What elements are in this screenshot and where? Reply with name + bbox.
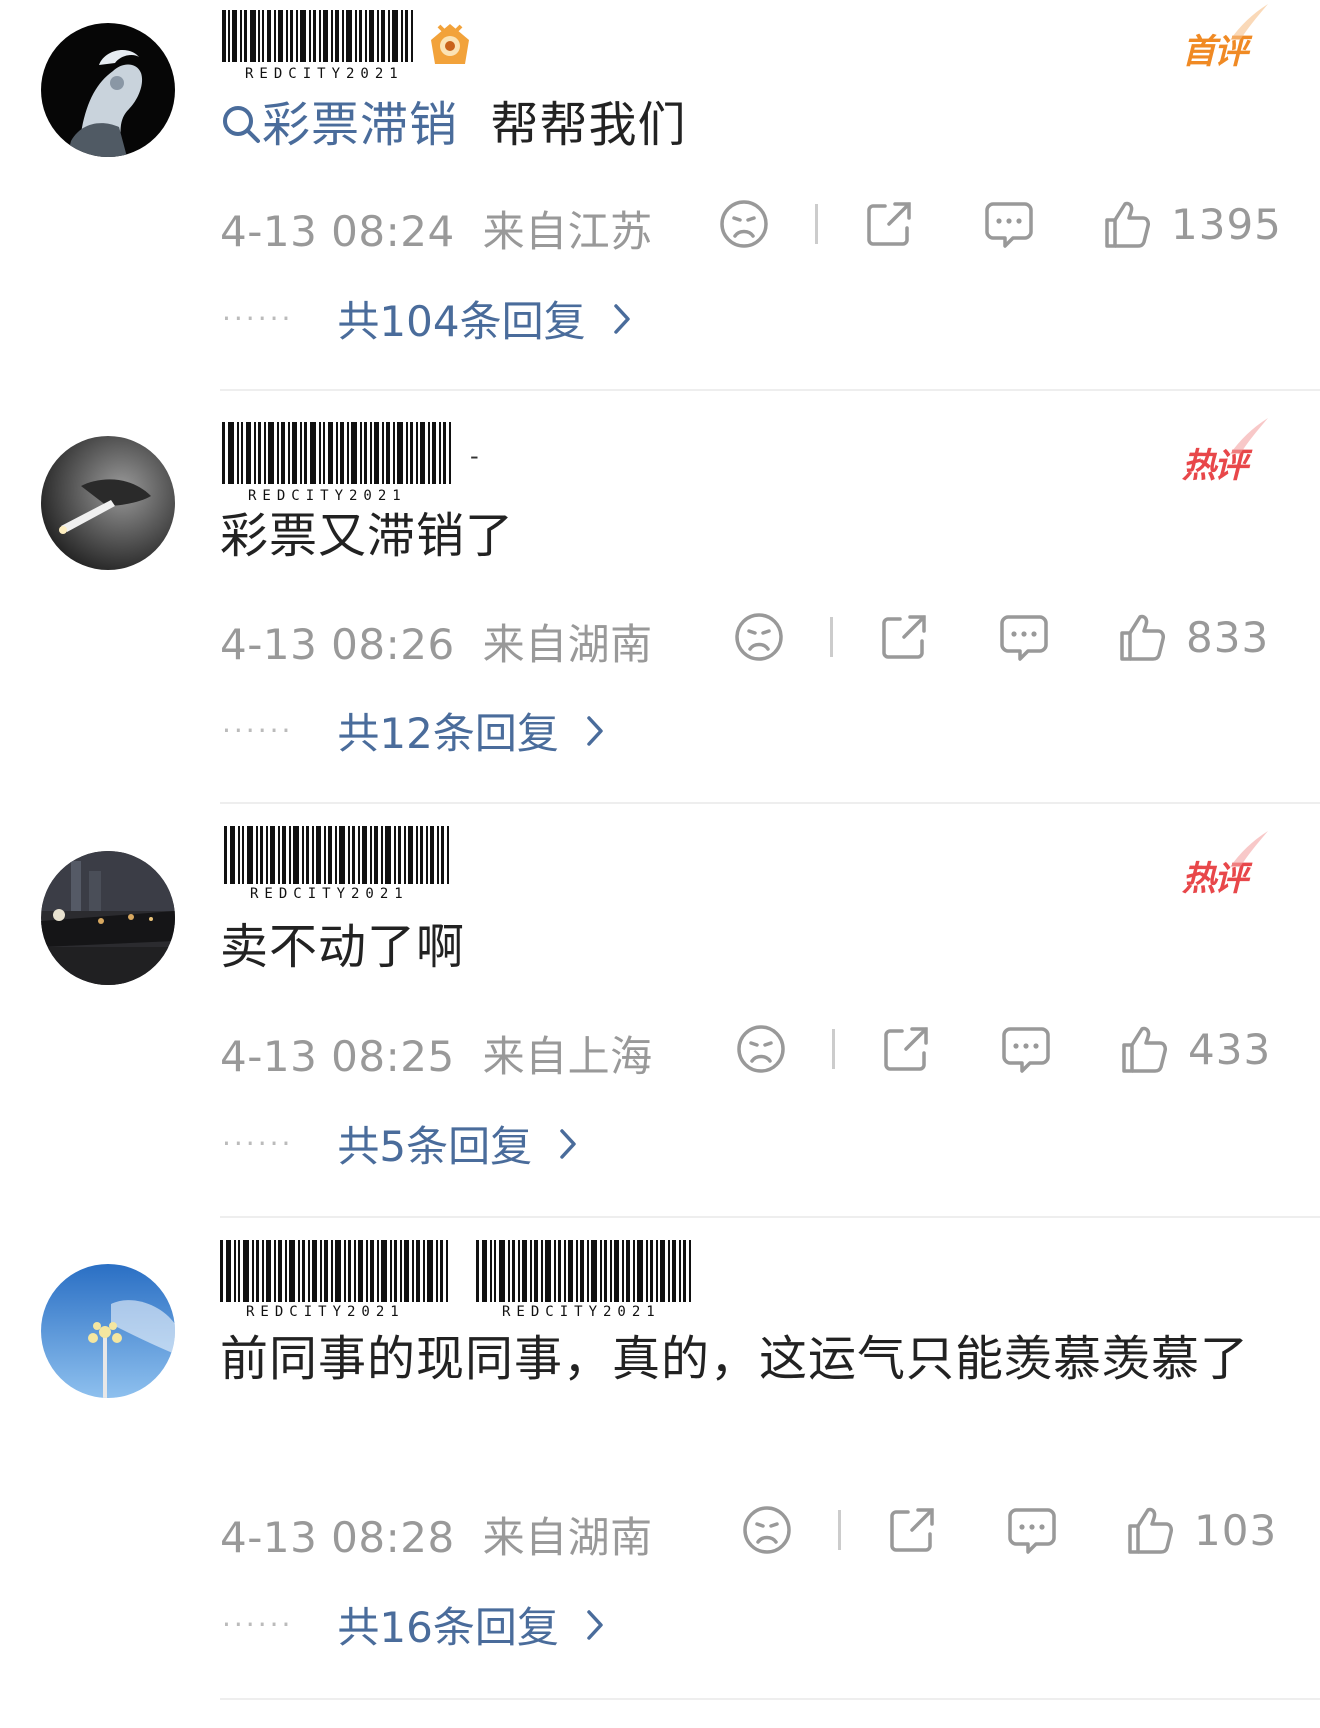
comment-meta: 4-13 08:26 来自湖南 [220, 611, 653, 672]
view-replies-link[interactable]: ······ 共104条回复 [222, 288, 632, 349]
comment-time: 4-13 08:26 [220, 620, 455, 669]
comment-bubble-icon [1002, 1027, 1050, 1073]
comment-bubble-icon [1008, 1508, 1056, 1554]
separator [220, 1698, 1320, 1700]
watermark-text: REDCITY2021 [502, 1304, 661, 1320]
like-count: 103 [1194, 1505, 1278, 1555]
avatar[interactable] [41, 23, 175, 157]
share-button[interactable] [886, 1500, 938, 1560]
comment-actions: 833 [733, 607, 1278, 667]
like-button[interactable]: 433 [1118, 1019, 1271, 1079]
separator [220, 1216, 1320, 1218]
username-watermark[interactable]: - REDCITY2021 [220, 422, 500, 502]
like-button[interactable]: 833 [1116, 607, 1269, 667]
thumbs-up-icon [1128, 1507, 1173, 1554]
username-suffix: - [470, 442, 479, 470]
chevron-right-icon [587, 715, 603, 746]
comment-time: 4-13 08:28 [220, 1513, 455, 1562]
reply-button[interactable] [983, 194, 1035, 254]
comment-location: 来自湖南 [482, 1513, 653, 1562]
comment-location: 来自上海 [482, 1032, 653, 1081]
avatar[interactable] [41, 436, 175, 570]
hot-comment-badge: 热评 [1182, 831, 1268, 900]
divider [832, 1029, 835, 1069]
view-replies-link[interactable]: ······ 共12条回复 [222, 700, 605, 761]
chevron-right-icon [587, 1609, 603, 1640]
reply-button[interactable] [998, 607, 1050, 667]
first-comment-badge: 首评 [1182, 4, 1268, 73]
share-icon [882, 615, 926, 659]
comment-meta: 4-13 08:25 来自上海 [220, 1023, 653, 1084]
comment-text: 彩票又滞销了 [220, 508, 515, 564]
dislike-button[interactable] [735, 1019, 787, 1079]
watermark-text: REDCITY2021 [246, 1304, 405, 1320]
watermark-text: REDCITY2021 [245, 66, 404, 80]
comment-text: 彩票滞销 帮帮我们 [220, 86, 1280, 164]
comment-bubble-icon [985, 202, 1033, 248]
reply-count: 共5条回复 [337, 1122, 533, 1171]
like-button[interactable]: 103 [1124, 1500, 1277, 1560]
chevron-right-icon [560, 1128, 576, 1159]
dislike-button[interactable] [733, 607, 785, 667]
divider [838, 1510, 841, 1550]
comment-bubble-icon [1000, 615, 1048, 661]
comment-text: 前同事的现同事，真的，这运气只能羡慕羡慕了 [220, 1331, 1250, 1387]
dislike-face-icon [743, 1506, 791, 1554]
username-watermark[interactable]: REDCITY2021 REDCITY2021 [220, 1240, 740, 1320]
share-icon [884, 1027, 928, 1071]
comment-time: 4-13 08:25 [220, 1032, 455, 1081]
comment-actions: 1395 [718, 194, 1281, 254]
divider [815, 204, 818, 244]
share-button[interactable] [878, 607, 930, 667]
comment-time: 4-13 08:24 [220, 207, 455, 256]
watermark-text: REDCITY2021 [250, 886, 409, 902]
comment-actions: 433 [735, 1019, 1278, 1079]
share-button[interactable] [863, 194, 915, 254]
like-count: 1395 [1171, 199, 1282, 249]
like-count: 433 [1188, 1024, 1272, 1074]
comment-location: 来自江苏 [482, 207, 653, 256]
avatar[interactable] [41, 1264, 175, 1398]
dislike-button[interactable] [741, 1500, 793, 1560]
dislike-button[interactable] [718, 194, 770, 254]
comment-meta: 4-13 08:28 来自湖南 [220, 1504, 653, 1565]
level-badge-icon [425, 18, 475, 72]
view-replies-link[interactable]: ······ 共16条回复 [222, 1594, 605, 1655]
search-icon [223, 106, 260, 143]
thumbs-up-icon [1105, 201, 1150, 248]
share-icon [890, 1508, 934, 1552]
hot-comment-badge: 热评 [1182, 418, 1268, 487]
comment-location: 来自湖南 [482, 620, 653, 669]
comment-actions: 103 [741, 1500, 1278, 1560]
reply-count: 共16条回复 [337, 1603, 559, 1652]
separator [220, 802, 1320, 804]
share-button[interactable] [880, 1019, 932, 1079]
like-button[interactable]: 1395 [1101, 194, 1282, 254]
reply-count: 共12条回复 [337, 709, 559, 758]
view-replies-link[interactable]: ······ 共5条回复 [222, 1113, 578, 1174]
comment-meta: 4-13 08:24 来自江苏 [220, 198, 653, 259]
chevron-right-icon [613, 303, 630, 334]
share-icon [867, 202, 911, 246]
reply-button[interactable] [1000, 1019, 1052, 1079]
like-count: 833 [1186, 612, 1270, 662]
username-watermark[interactable]: REDCITY2021 [220, 826, 460, 902]
divider [830, 617, 833, 657]
comment-text: 卖不动了啊 [220, 919, 466, 975]
separator [220, 389, 1320, 391]
thumbs-up-icon [1120, 614, 1165, 661]
dislike-face-icon [737, 1025, 785, 1073]
reply-button[interactable] [1006, 1500, 1058, 1560]
dislike-face-icon [735, 613, 783, 661]
search-link[interactable]: 彩票滞销 [220, 97, 458, 153]
thumbs-up-icon [1122, 1026, 1167, 1073]
dislike-face-icon [720, 200, 768, 248]
avatar[interactable] [41, 851, 175, 985]
reply-count: 共104条回复 [337, 297, 586, 346]
